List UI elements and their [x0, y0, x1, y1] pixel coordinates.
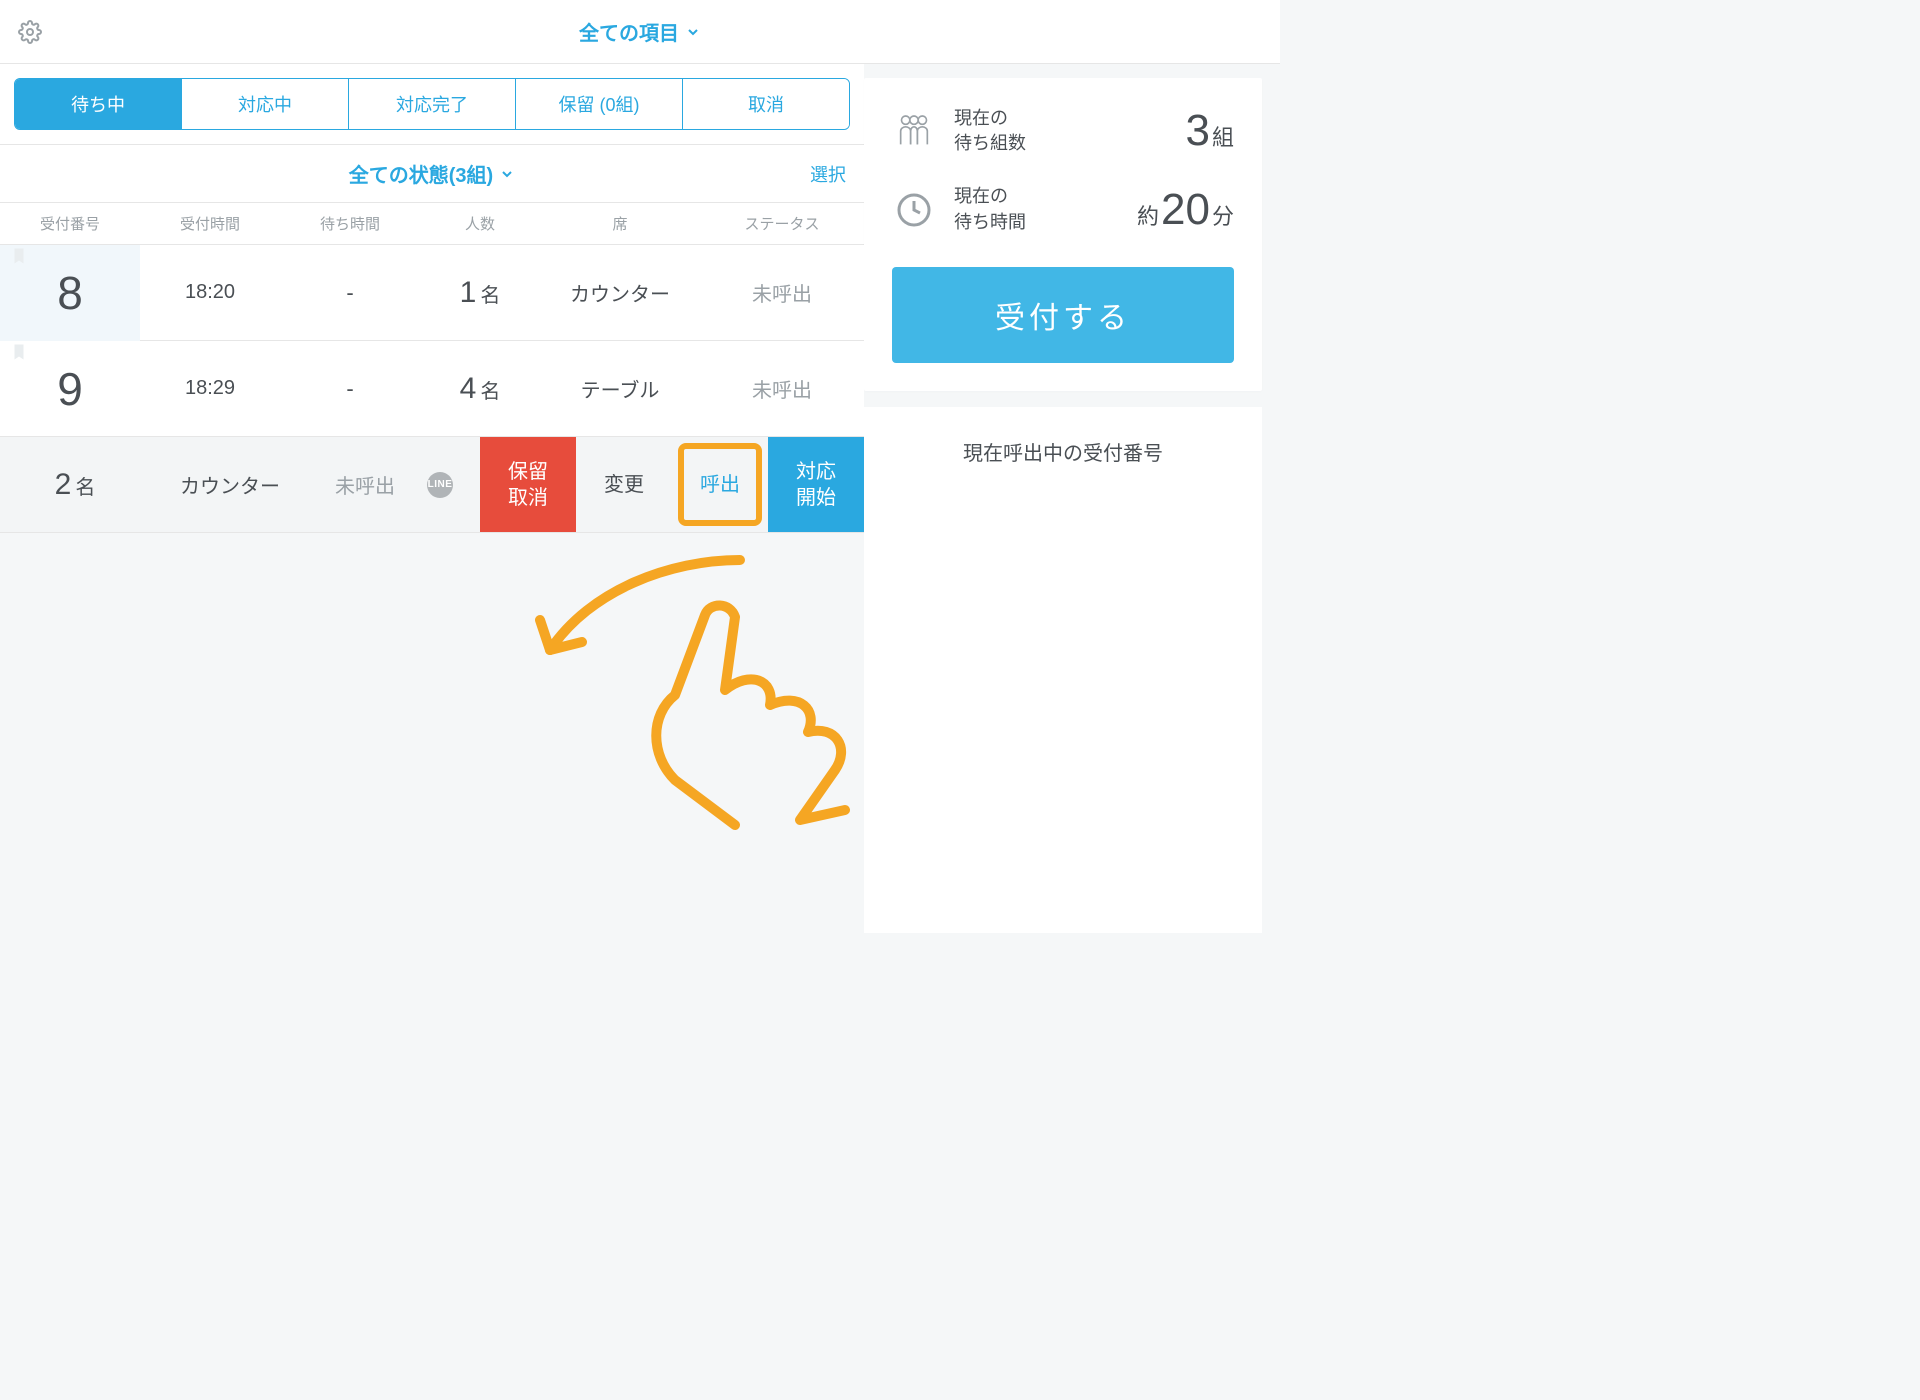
stats-card: 現在の 待ち組数 3組 現在の 待ち時間 約20分 受付する: [864, 78, 1262, 391]
line-indicator: LINE: [420, 472, 460, 498]
state-filter-label: 全ての状態(3組): [349, 159, 493, 188]
stat-value: 3組: [1186, 106, 1235, 156]
col-receipt-time: 受付時間: [140, 213, 280, 234]
queue-row[interactable]: 9 18:29 - 4名 テーブル 未呼出: [0, 341, 864, 437]
tab-waiting[interactable]: 待ち中: [15, 79, 182, 129]
queue-row-expanded-info: 2名 カウンター 未呼出 LINE: [0, 437, 480, 532]
header-title-label: 全ての項目: [579, 17, 679, 46]
cell-status: 未呼出: [700, 278, 864, 307]
hold-cancel-button[interactable]: 保留 取消: [480, 437, 576, 532]
cell-status: 未呼出: [700, 374, 864, 403]
stat-waiting-time: 現在の 待ち時間 約20分: [892, 184, 1234, 234]
now-calling-title: 現在呼出中の受付番号: [864, 437, 1262, 466]
queue-row-expanded: 2名 カウンター 未呼出 LINE 保留 取消 変更 呼出 対応 開始: [0, 437, 864, 533]
cell-wait: -: [280, 280, 420, 306]
tab-label: 取消: [748, 95, 784, 115]
state-filter[interactable]: 全ての状態(3組) 選択: [0, 145, 864, 203]
queue-panel: 待ち中 対応中 対応完了 保留 (0組) 取消 全ての状態(3組) 選択 受付番…: [0, 64, 864, 933]
register-button-label: 受付する: [995, 293, 1131, 337]
col-party-size: 人数: [420, 213, 540, 234]
change-button[interactable]: 変更: [576, 437, 672, 532]
tab-label: 保留 (0組): [559, 95, 640, 115]
app-header: 全ての項目: [0, 0, 1280, 64]
cell-party: 2名: [0, 468, 150, 502]
cell-seat: テーブル: [540, 374, 700, 403]
stat-waiting-groups: 現在の 待ち組数 3組: [892, 106, 1234, 156]
summary-panel: 現在の 待ち組数 3組 現在の 待ち時間 約20分 受付する: [864, 64, 1280, 933]
tab-label: 対応中: [238, 95, 292, 115]
row-action-buttons: 保留 取消 変更 呼出 対応 開始: [480, 437, 864, 532]
tab-hold[interactable]: 保留 (0組): [516, 79, 683, 129]
tab-cancelled[interactable]: 取消: [683, 79, 849, 129]
header-title-dropdown[interactable]: 全ての項目: [0, 17, 1280, 46]
start-service-button[interactable]: 対応 開始: [768, 437, 864, 532]
clock-icon: [892, 192, 936, 228]
tab-label: 対応完了: [396, 95, 468, 115]
stat-label: 現在の 待ち組数: [954, 106, 1026, 156]
people-icon: [892, 111, 936, 151]
bookmark-icon: [10, 245, 28, 267]
settings-button[interactable]: [0, 0, 60, 64]
col-wait-time: 待ち時間: [280, 213, 420, 234]
cell-seat: カウンター: [150, 470, 310, 499]
stat-value: 約20分: [1137, 185, 1234, 235]
queue-row[interactable]: 8 18:20 - 1名 カウンター 未呼出: [0, 245, 864, 341]
cell-party: 1名: [420, 276, 540, 310]
tab-in-progress[interactable]: 対応中: [182, 79, 349, 129]
column-headers: 受付番号 受付時間 待ち時間 人数 席 ステータス: [0, 203, 864, 245]
bookmark-icon: [10, 341, 28, 363]
tab-label: 待ち中: [71, 95, 125, 115]
cell-party: 4名: [420, 372, 540, 406]
now-calling-card: 現在呼出中の受付番号: [864, 407, 1262, 933]
col-status: ステータス: [700, 213, 864, 234]
cell-time: 18:20: [140, 281, 280, 304]
cell-seat: カウンター: [540, 278, 700, 307]
stat-label: 現在の 待ち時間: [954, 184, 1026, 234]
cell-time: 18:29: [140, 377, 280, 400]
cell-wait: -: [280, 376, 420, 402]
gear-icon: [18, 20, 42, 44]
highlight-ring: [678, 443, 762, 526]
select-button[interactable]: 選択: [810, 161, 846, 187]
status-tabs-wrap: 待ち中 対応中 対応完了 保留 (0組) 取消: [0, 64, 864, 145]
cell-status: 未呼出: [310, 470, 420, 499]
register-button[interactable]: 受付する: [892, 267, 1234, 363]
col-receipt-number: 受付番号: [0, 213, 140, 234]
status-tabs: 待ち中 対応中 対応完了 保留 (0組) 取消: [14, 78, 850, 130]
chevron-down-icon: [499, 166, 515, 182]
col-seat: 席: [540, 213, 700, 234]
chevron-down-icon: [685, 24, 701, 40]
tab-done[interactable]: 対応完了: [349, 79, 516, 129]
line-icon: LINE: [427, 472, 453, 498]
call-button[interactable]: 呼出: [672, 437, 768, 532]
